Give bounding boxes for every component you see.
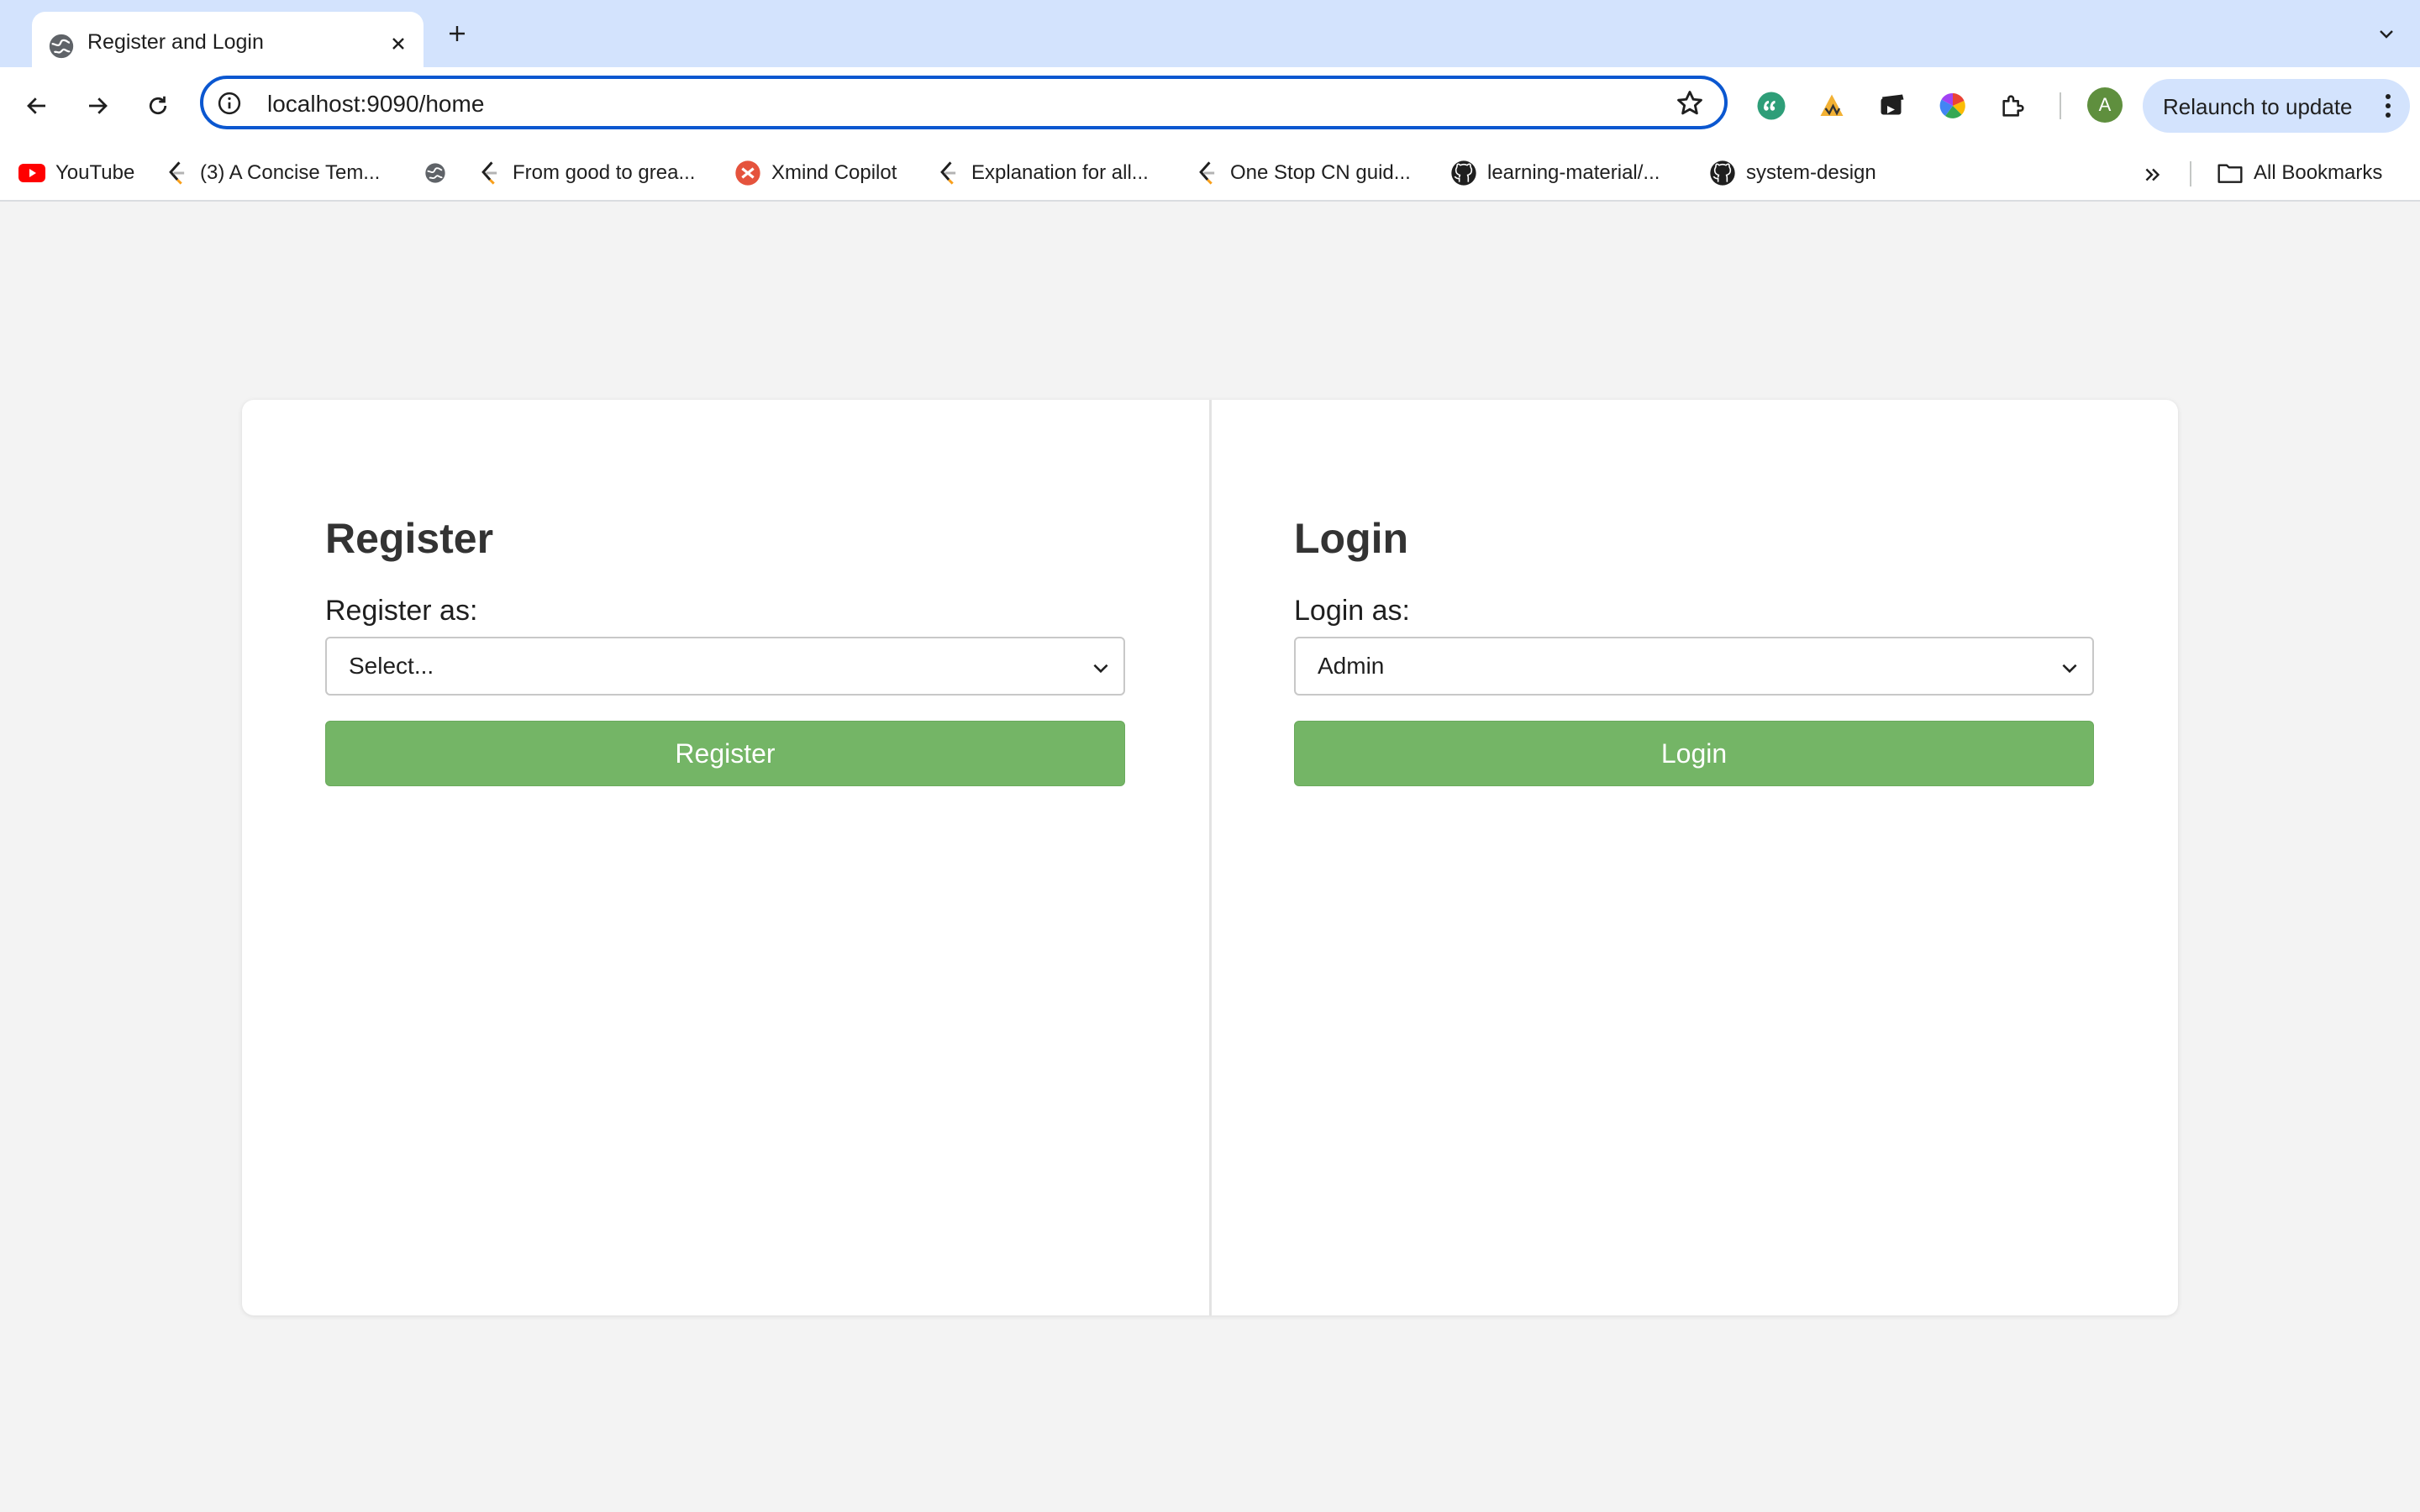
- relaunch-label: Relaunch to update: [2163, 94, 2353, 119]
- youtube-icon: [18, 160, 45, 186]
- login-as-label: Login as:: [1294, 595, 1410, 627]
- tab-search-chevron-icon[interactable]: [2370, 17, 2403, 50]
- xmind-icon: [734, 160, 761, 186]
- panel-divider: [1209, 400, 1212, 1315]
- bookmark-globe[interactable]: [422, 156, 459, 190]
- bookmarks-bar: YouTube (3) A Concise Tem... From good t…: [0, 144, 2420, 202]
- browser-tab[interactable]: Register and Login: [32, 12, 424, 67]
- all-bookmarks-button[interactable]: All Bookmarks: [2217, 156, 2382, 190]
- bookmark-system-design[interactable]: system-design: [1709, 156, 1876, 190]
- quote-extension-icon[interactable]: [1753, 87, 1790, 124]
- login-heading: Login: [1294, 515, 1409, 562]
- back-arrow-icon[interactable]: [17, 86, 57, 126]
- video-extension-icon[interactable]: [1874, 87, 1911, 124]
- register-button[interactable]: Register: [325, 721, 1125, 786]
- bookmark-learning-material[interactable]: learning-material/...: [1450, 156, 1660, 190]
- forward-arrow-icon[interactable]: [77, 86, 118, 126]
- bookmark-explanation-for-all[interactable]: Explanation for all...: [934, 156, 1149, 190]
- more-bookmarks-chevron-icon[interactable]: [2136, 158, 2170, 192]
- globe-icon: [49, 34, 74, 59]
- register-login-card: Register Register as: Select... Register…: [242, 400, 2178, 1315]
- profile-avatar[interactable]: A: [2087, 87, 2123, 123]
- login-button-label: Login: [1660, 738, 1728, 769]
- leetcode-icon: [934, 160, 961, 186]
- chevron-down-icon: [1093, 664, 1108, 674]
- register-heading: Register: [325, 515, 494, 562]
- reload-icon[interactable]: [138, 86, 178, 126]
- relaunch-to-update-button[interactable]: Relaunch to update: [2143, 79, 2410, 133]
- tab-strip: Register and Login: [0, 0, 2420, 67]
- address-bar[interactable]: localhost:9090/home: [200, 76, 1728, 129]
- globe-icon: [422, 160, 449, 186]
- leetcode-icon: [476, 160, 502, 186]
- register-button-label: Register: [675, 738, 776, 769]
- register-as-label: Register as:: [325, 595, 478, 627]
- tab-title: Register and Login: [87, 30, 264, 54]
- leetcode-icon: [1193, 160, 1220, 186]
- close-tab-icon[interactable]: [383, 29, 413, 59]
- register-role-select[interactable]: Select...: [325, 637, 1125, 696]
- color-wheel-extension-icon[interactable]: [1934, 87, 1971, 124]
- new-tab-icon[interactable]: [440, 17, 474, 50]
- login-role-value: Admin: [1318, 653, 1385, 679]
- login-role-select[interactable]: Admin: [1294, 637, 2094, 696]
- browser-toolbar: localhost:9090/home A Relaunch to update: [0, 67, 2420, 144]
- login-button[interactable]: Login: [1294, 721, 2094, 786]
- toolbar-divider: [2060, 92, 2061, 119]
- github-icon: [1450, 160, 1477, 186]
- chevron-down-icon: [2062, 664, 2077, 674]
- register-role-value: Select...: [349, 653, 434, 679]
- bookmark-one-stop-cn-guide[interactable]: One Stop CN guid...: [1193, 156, 1411, 190]
- writing-extension-icon[interactable]: [1813, 87, 1850, 124]
- bookmark-youtube[interactable]: YouTube: [18, 156, 134, 190]
- github-icon: [1709, 160, 1736, 186]
- extensions-puzzle-icon[interactable]: [1995, 87, 2032, 124]
- url-text[interactable]: localhost:9090/home: [267, 91, 484, 118]
- site-info-icon[interactable]: [217, 91, 242, 116]
- more-vert-icon[interactable]: [2373, 91, 2403, 121]
- bookmark-xmind-copilot[interactable]: Xmind Copilot: [734, 156, 897, 190]
- bookmark-star-icon[interactable]: [1674, 87, 1706, 119]
- leetcode-icon: [163, 160, 190, 186]
- bookmark-concise-template[interactable]: (3) A Concise Tem...: [163, 156, 380, 190]
- bookmark-from-good-to-great[interactable]: From good to grea...: [476, 156, 695, 190]
- folder-icon: [2217, 160, 2244, 186]
- bookmarks-divider: [2190, 161, 2191, 186]
